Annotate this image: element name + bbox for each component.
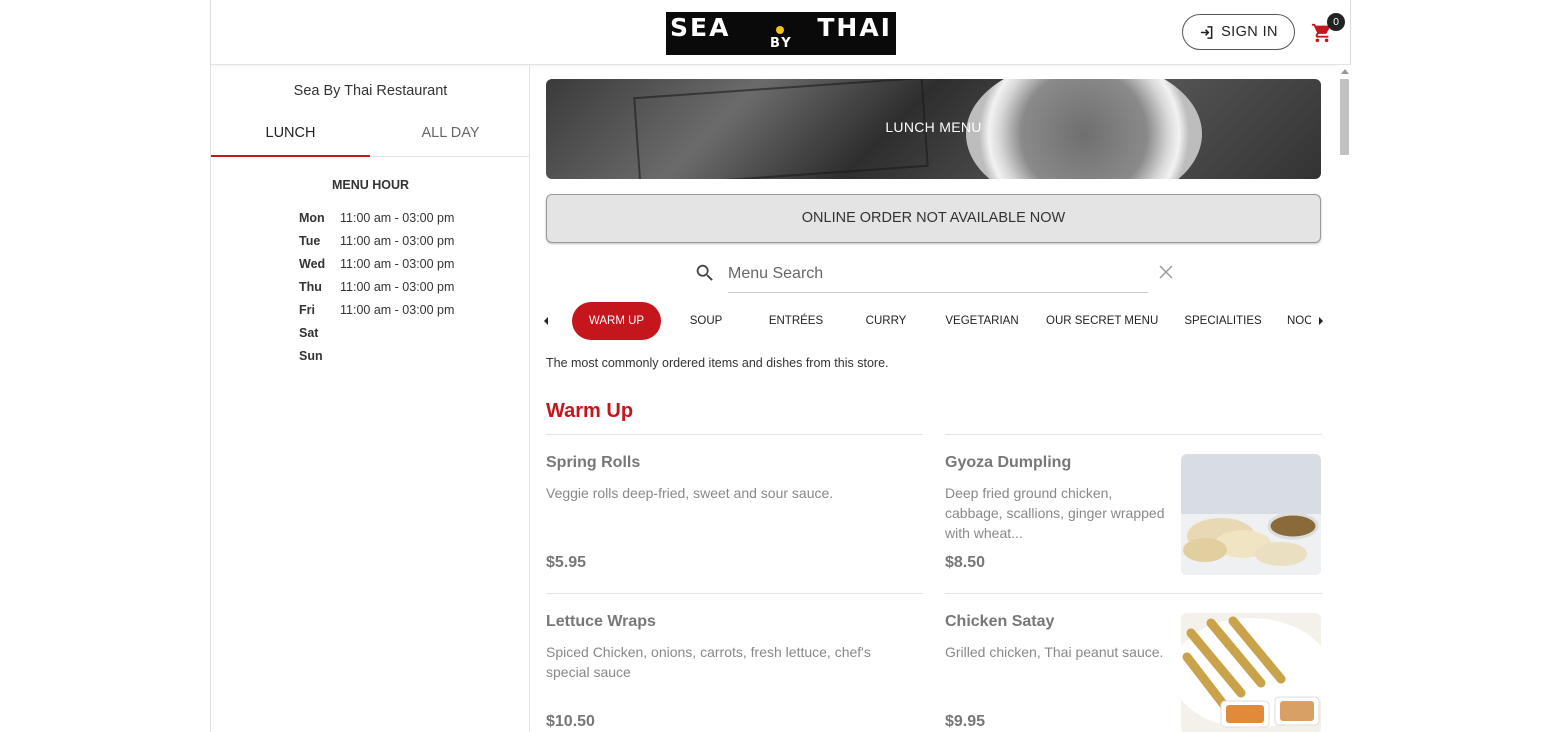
hours-day: Sat (299, 326, 319, 340)
menu-tabs: LUNCH ALL DAY (211, 115, 530, 157)
hours-row: Thu 11:00 am - 03:00 pm (299, 280, 454, 303)
menu-main: LUNCH MENU ONLINE ORDER NOT AVAILABLE NO… (531, 65, 1352, 732)
hours-time: 11:00 am - 03:00 pm (340, 257, 455, 271)
tab-all-day[interactable]: ALL DAY (371, 115, 530, 157)
hours-time: 11:00 am - 03:00 pm (340, 303, 455, 317)
item-price: $5.95 (546, 554, 587, 571)
hours-day: Sun (299, 349, 323, 363)
item-price: $9.95 (945, 713, 986, 730)
item-price: $8.50 (945, 554, 986, 571)
logo-dot (776, 26, 784, 34)
order-status-button[interactable]: ONLINE ORDER NOT AVAILABLE NOW (546, 194, 1321, 243)
category-tab-specialities[interactable]: SPECIALITIES (1183, 302, 1263, 340)
restaurant-name: Sea By Thai Restaurant (293, 83, 448, 99)
tab-lunch[interactable]: LUNCH (211, 115, 370, 157)
logo-text-sea: SEA (670, 13, 731, 42)
hours-time: 11:00 am - 03:00 pm (340, 280, 455, 294)
section-title-warm-up: Warm Up (546, 400, 634, 422)
hours-row: Mon 11:00 am - 03:00 pm (299, 211, 454, 234)
sign-in-label: SIGN IN (1221, 24, 1278, 40)
page-container: SEA BY THAI SIGN IN 0 Sea By Thai Restau… (210, 0, 1352, 732)
hours-day: Thu (299, 280, 322, 294)
scrollbar-thumb[interactable] (1340, 79, 1349, 155)
hours-day: Mon (299, 211, 325, 225)
vertical-scrollbar[interactable] (1337, 65, 1352, 732)
item-description: Spiced Chicken, onions, carrots, fresh l… (546, 644, 871, 680)
item-name: Chicken Satay (945, 613, 1055, 630)
arrow-right-icon[interactable] (1316, 314, 1326, 328)
logo-text-thai: THAI (817, 13, 892, 42)
item-name: Gyoza Dumpling (945, 454, 1072, 471)
item-description: Deep fried ground chicken, cabbage, scal… (945, 485, 1165, 541)
hours-row: Tue 11:00 am - 03:00 pm (299, 234, 454, 257)
hours-table: Mon 11:00 am - 03:00 pm Tue 11:00 am - 03:… (299, 211, 454, 372)
category-tab-secret-menu[interactable]: OUR SECRET MENU (1046, 302, 1158, 340)
top-header: SEA BY THAI SIGN IN 0 (211, 0, 1350, 65)
logo-text-by: BY (770, 36, 793, 51)
category-tab-entrees[interactable]: ENTRÉES (761, 302, 831, 340)
item-description: Grilled chicken, Thai peanut sauce. (945, 644, 1164, 660)
hours-day: Fri (299, 303, 315, 317)
hours-row: Sun (299, 349, 454, 372)
banner-title: LUNCH MENU (885, 119, 982, 135)
category-tab-noodles[interactable]: NOODLES (1287, 302, 1311, 340)
item-description: Veggie rolls deep-fried, sweet and sour … (546, 485, 834, 501)
menu-item-card[interactable]: Lettuce Wraps Spiced Chicken, onions, ca… (546, 593, 923, 732)
item-name: Lettuce Wraps (546, 613, 656, 630)
hours-day: Tue (299, 234, 321, 248)
close-icon[interactable] (1159, 265, 1173, 279)
menu-item-card[interactable]: Spring Rolls Veggie rolls deep-fried, sw… (546, 434, 923, 592)
popular-description: The most commonly ordered items and dish… (546, 356, 889, 370)
dumplings-photo (1181, 454, 1321, 575)
cart-count-badge: 0 (1327, 13, 1345, 31)
menu-item-card[interactable]: Chicken Satay Grilled chicken, Thai pean… (945, 593, 1322, 732)
arrow-left-icon[interactable] (541, 314, 551, 328)
category-tab-warm-up[interactable]: WARM UP (572, 302, 661, 340)
satay-photo (1181, 613, 1321, 732)
item-price: $10.50 (546, 713, 595, 730)
menu-banner: LUNCH MENU (546, 79, 1321, 179)
category-tab-curry[interactable]: CURRY (851, 302, 921, 340)
hours-day: Wed (299, 257, 326, 271)
item-name: Spring Rolls (546, 454, 641, 471)
hours-time: 11:00 am - 03:00 pm (340, 234, 455, 248)
restaurant-logo[interactable]: SEA BY THAI (666, 12, 896, 55)
hours-row: Wed 11:00 am - 03:00 pm (299, 257, 454, 280)
category-tab-vegetarian[interactable]: VEGETARIAN (940, 302, 1024, 340)
menu-hour-title: MENU HOUR (331, 178, 410, 192)
hours-row: Sat (299, 326, 454, 349)
sign-in-button[interactable]: SIGN IN (1182, 14, 1295, 50)
category-strip: WARM UP SOUP ENTRÉES CURRY VEGETARIAN OU… (556, 302, 1311, 340)
menu-sidebar: Sea By Thai Restaurant LUNCH ALL DAY MEN… (211, 65, 530, 732)
hours-row: Fri 11:00 am - 03:00 pm (299, 303, 454, 326)
search-icon (696, 264, 713, 281)
category-nav: WARM UP SOUP ENTRÉES CURRY VEGETARIAN OU… (536, 302, 1331, 340)
category-tab-soup[interactable]: SOUP (676, 302, 736, 340)
sign-in-icon (1200, 25, 1213, 39)
menu-search-input[interactable] (728, 256, 1148, 293)
hours-time: 11:00 am - 03:00 pm (340, 211, 455, 225)
scroll-up-arrow[interactable] (1341, 69, 1349, 74)
menu-item-card[interactable]: Gyoza Dumpling Deep fried ground chicken… (945, 434, 1322, 592)
